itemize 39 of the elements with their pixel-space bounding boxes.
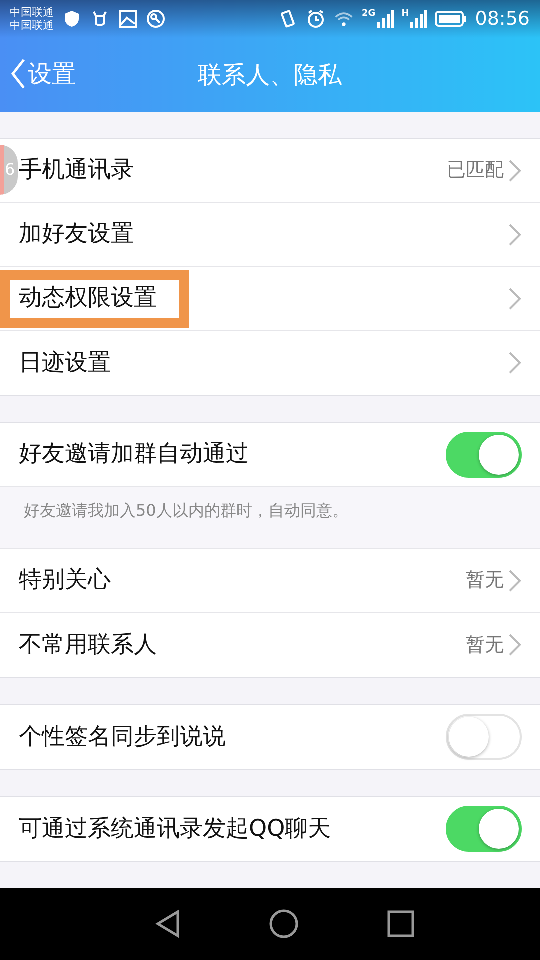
chevron-right-icon[interactable] <box>508 351 522 375</box>
row-label: 手机通讯录 <box>19 156 134 186</box>
page-title: 联系人、隐私 <box>198 60 342 91</box>
chevron-right-icon[interactable] <box>508 286 522 310</box>
chevron-right-icon[interactable] <box>508 158 522 182</box>
home-nav-icon[interactable] <box>269 909 299 939</box>
toggle-switch[interactable] <box>446 432 522 478</box>
image-icon <box>118 9 138 29</box>
carrier-label: 中国联通 <box>10 19 54 32</box>
row-value: 暂无 <box>466 632 504 658</box>
battery-icon <box>435 10 468 28</box>
row-label: 特别关心 <box>19 566 111 596</box>
alarm-icon <box>306 9 326 29</box>
row-label: 好友邀请加群自动通过 <box>19 440 249 470</box>
carrier-label: 中国联通 <box>10 6 54 19</box>
chevron-right-icon[interactable] <box>508 222 522 246</box>
network-label: H <box>402 10 410 19</box>
row-value: 暂无 <box>466 568 504 594</box>
chevron-right-icon[interactable] <box>508 568 522 592</box>
recents-nav-icon[interactable] <box>387 910 415 938</box>
row-value: 已匹配 <box>447 158 504 184</box>
chevron-right-icon[interactable] <box>508 633 522 657</box>
signal-icon <box>376 10 394 28</box>
row-label: 动态权限设置 <box>19 284 157 314</box>
row-label: 日迹设置 <box>19 348 111 378</box>
row-label: 可通过系统通讯录发起QQ聊天 <box>19 814 332 844</box>
shield-icon <box>62 9 82 29</box>
row-label: 不常用联系人 <box>19 630 157 660</box>
signal-icon <box>409 10 428 28</box>
back-button[interactable]: 设置 <box>10 56 76 92</box>
toggle-switch[interactable] <box>446 714 522 760</box>
row-label: 加好友设置 <box>19 220 134 250</box>
back-chevron-icon <box>10 58 26 90</box>
network-label: 2G <box>362 10 376 19</box>
clock-time: 08:56 <box>475 6 530 32</box>
row-label: 个性签名同步到说说 <box>19 722 226 752</box>
toggle-switch[interactable] <box>446 806 522 852</box>
note-text: 好友邀请我加入50人以内的群时，自动同意。 <box>24 500 348 522</box>
back-nav-icon[interactable] <box>155 909 181 939</box>
